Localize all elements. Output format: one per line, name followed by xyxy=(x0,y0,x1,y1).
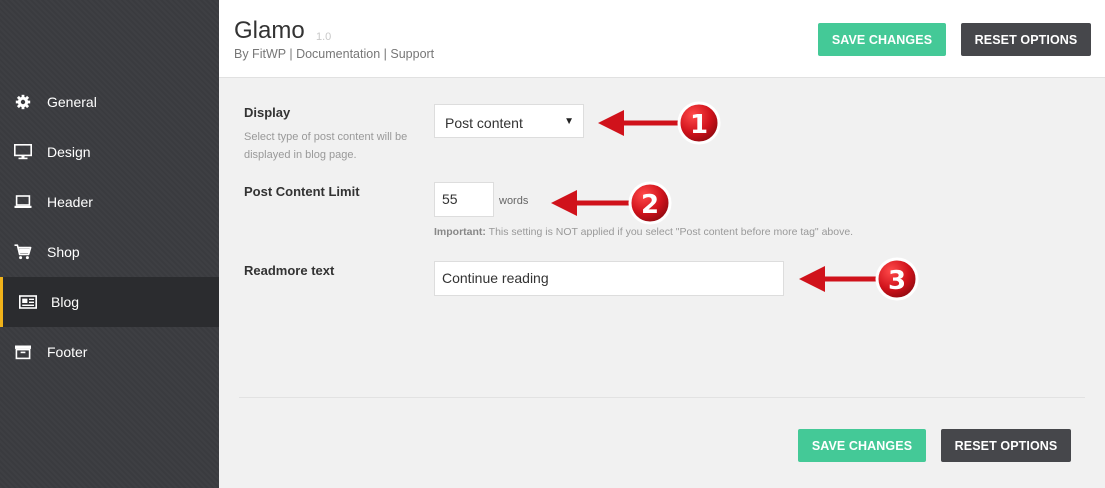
reset-options-button-bottom[interactable]: RESET OPTIONS xyxy=(941,429,1071,462)
sidebar-item-label: Design xyxy=(47,144,91,160)
active-indicator xyxy=(0,277,3,327)
reset-options-button[interactable]: RESET OPTIONS xyxy=(961,23,1091,56)
annotation-arrow-1: 1 xyxy=(598,101,721,145)
annotation-marker-2: 2 xyxy=(641,190,659,220)
header-links: By FitWP | Documentation | Support xyxy=(234,47,434,61)
words-unit: words xyxy=(499,195,529,207)
sidebar: General Design Header Shop Blog Footer xyxy=(0,0,219,488)
documentation-link[interactable]: Documentation xyxy=(296,47,380,61)
sidebar-item-label: General xyxy=(47,94,97,110)
sidebar-item-design[interactable]: Design xyxy=(0,127,219,177)
sidebar-item-label: Shop xyxy=(47,244,80,260)
sidebar-item-header[interactable]: Header xyxy=(0,177,219,227)
display-description: Select type of post content will be disp… xyxy=(244,131,408,161)
display-label: Display xyxy=(244,105,291,120)
cart-icon xyxy=(14,244,32,260)
support-link[interactable]: Support xyxy=(390,47,434,61)
display-selected-value: Post content xyxy=(445,115,523,131)
note-important: Important: xyxy=(434,226,486,238)
sidebar-item-label: Header xyxy=(47,194,93,210)
app-title: Glamo xyxy=(234,17,305,44)
gear-icon xyxy=(14,94,32,110)
sidebar-item-blog[interactable]: Blog xyxy=(0,277,219,327)
save-changes-button[interactable]: SAVE CHANGES xyxy=(818,23,946,56)
post-content-limit-input[interactable]: 55 xyxy=(434,182,494,217)
sidebar-item-footer[interactable]: Footer xyxy=(0,327,219,377)
monitor-icon xyxy=(14,144,32,160)
display-select[interactable]: Post content ▼ xyxy=(434,104,584,138)
annotation-marker-1: 1 xyxy=(690,110,708,140)
readmore-label: Readmore text xyxy=(244,263,335,278)
sidebar-item-label: Blog xyxy=(51,294,80,310)
readmore-text-input[interactable]: Continue reading xyxy=(434,261,784,296)
app-version: 1.0 xyxy=(316,31,332,43)
caret-down-icon: ▼ xyxy=(564,116,574,127)
annotation-arrow-2: 2 xyxy=(551,181,672,225)
laptop-icon xyxy=(14,194,32,210)
options-header: Glamo 1.0 By FitWP | Documentation | Sup… xyxy=(219,0,1105,78)
annotation-marker-3: 3 xyxy=(888,266,906,296)
archive-icon xyxy=(14,344,32,360)
newspaper-icon xyxy=(19,294,37,310)
sidebar-item-label: Footer xyxy=(47,344,88,360)
author-link[interactable]: By FitWP xyxy=(234,47,286,61)
post-content-limit-label: Post Content Limit xyxy=(244,184,360,199)
annotation-arrow-3: 3 xyxy=(799,257,919,301)
save-changes-button-bottom[interactable]: SAVE CHANGES xyxy=(798,429,926,462)
sidebar-item-shop[interactable]: Shop xyxy=(0,227,219,277)
sidebar-item-general[interactable]: General xyxy=(0,77,219,127)
divider xyxy=(239,397,1085,398)
